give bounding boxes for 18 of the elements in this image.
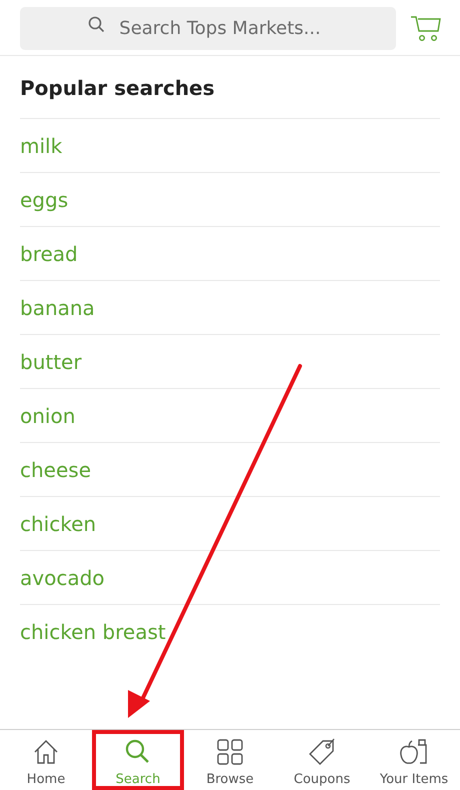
search-field[interactable]: Search Tops Markets... xyxy=(20,7,396,50)
search-suggestion[interactable]: eggs xyxy=(20,188,68,212)
tag-icon xyxy=(307,737,337,767)
search-suggestion[interactable]: cheese xyxy=(20,458,92,482)
search-suggestion[interactable]: chicken breast xyxy=(20,620,166,644)
search-suggestion[interactable]: avocado xyxy=(20,566,105,590)
search-suggestion[interactable]: onion xyxy=(20,404,76,428)
search-suggestion[interactable]: banana xyxy=(20,296,95,320)
search-icon xyxy=(88,16,105,33)
nav-tab[interactable]: Search xyxy=(92,730,184,790)
grid-icon xyxy=(215,737,245,767)
search-suggestion[interactable]: butter xyxy=(20,350,82,374)
cart-icon[interactable] xyxy=(410,14,442,42)
section-heading: Popular searches xyxy=(20,75,216,102)
search-suggestion[interactable]: bread xyxy=(20,242,78,266)
search-suggestion[interactable]: milk xyxy=(20,134,62,158)
apple-bottle-icon xyxy=(399,737,429,767)
search-suggestion[interactable]: chicken xyxy=(20,512,96,536)
